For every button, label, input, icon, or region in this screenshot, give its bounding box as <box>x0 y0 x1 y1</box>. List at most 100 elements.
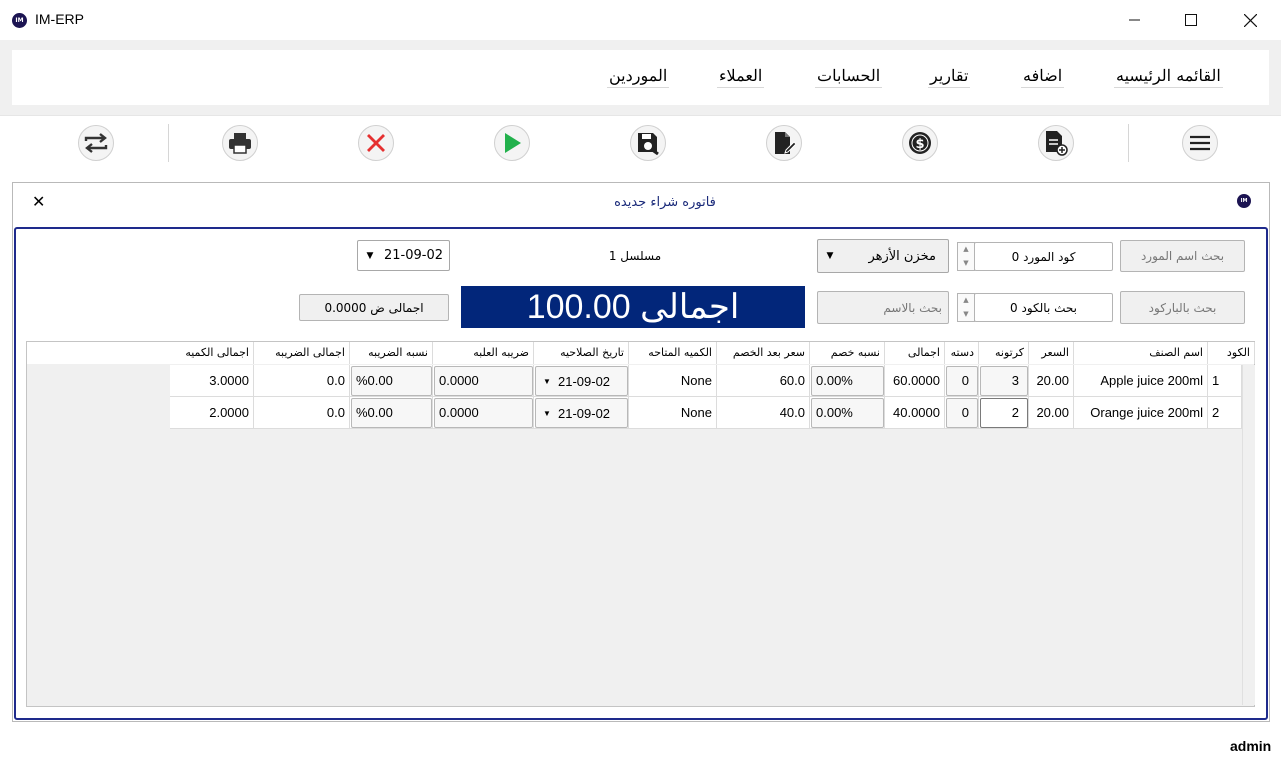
col-header-carton[interactable]: كرتونه <box>979 342 1029 364</box>
col-header-tax-pct[interactable]: نسبه الضريبه <box>350 342 433 364</box>
supplier-code-field[interactable]: كود المورد 0 <box>974 242 1113 271</box>
main-menu-button[interactable] <box>1182 125 1218 161</box>
search-barcode-button[interactable]: بحث بالباركود <box>1120 291 1245 324</box>
svg-text:$: $ <box>915 137 924 152</box>
close-window-button[interactable] <box>1227 6 1273 34</box>
invoice-date-picker[interactable]: ▼ 21-09-02 <box>357 240 450 271</box>
row-spacer <box>27 365 170 397</box>
col-header-expiry[interactable]: تاريخ الصلاحيه <box>534 342 629 364</box>
new-document-button[interactable] <box>1038 125 1074 161</box>
cell-price[interactable]: 20.00 <box>1029 397 1074 429</box>
cell-expiry-picker[interactable]: ▼ 21-09-02 <box>535 398 628 428</box>
row-spacer <box>27 397 170 429</box>
edit-document-icon <box>775 132 796 154</box>
spin-up-icon[interactable]: ▲ <box>958 243 974 257</box>
cell-code[interactable]: 1 <box>1208 365 1242 397</box>
cell-total: 40.0000 <box>885 397 945 429</box>
cell-expiry-picker[interactable]: ▼ 21-09-02 <box>535 366 628 396</box>
col-header-code[interactable]: الكود <box>1208 342 1255 364</box>
invoice-logo-icon: IM <box>1237 194 1251 208</box>
cell-total: 60.0000 <box>885 365 945 397</box>
col-header-tax-total[interactable]: اجمالى الضريبه <box>254 342 350 364</box>
col-header-price[interactable]: السعر <box>1029 342 1074 364</box>
grid-header-filler <box>27 342 170 364</box>
cell-carton-input[interactable]: 2 <box>980 398 1028 428</box>
edit-document-button[interactable] <box>766 125 802 161</box>
cell-box-tax-input[interactable]: 0.0000 <box>434 398 533 428</box>
menu-item-main[interactable]: القائمه الرئيسيه <box>1114 66 1223 88</box>
col-header-available-qty[interactable]: الكميه المتاحه <box>629 342 717 364</box>
supplier-code-spinner[interactable]: ▲ ▼ <box>957 242 975 271</box>
new-document-icon <box>1046 131 1068 156</box>
cell-price-after-discount: 40.0 <box>717 397 810 429</box>
cell-item-name[interactable]: Orange juice 200ml <box>1074 397 1208 429</box>
print-icon <box>229 133 251 154</box>
cell-qty-total: 3.0000 <box>170 365 254 397</box>
warehouse-value: مخزن الأزهر <box>868 248 936 264</box>
cell-tax-total: 0.0 <box>254 365 350 397</box>
grand-total-display: اجمالى 100.00 <box>461 286 805 328</box>
spin-up-icon[interactable]: ▲ <box>958 294 974 308</box>
maximize-icon <box>1185 14 1197 26</box>
col-header-dozen[interactable]: دسته <box>945 342 979 364</box>
cell-code[interactable]: 2 <box>1208 397 1242 429</box>
col-header-discount-pct[interactable]: نسبه خصم <box>810 342 885 364</box>
search-code-spinner[interactable]: ▲ ▼ <box>957 293 975 322</box>
cell-dozen-input[interactable]: 0 <box>946 366 978 396</box>
cell-box-tax-input[interactable]: 0.0000 <box>434 366 533 396</box>
menu-item-add[interactable]: اضافه <box>1021 66 1065 88</box>
search-name-input[interactable]: بحث بالاسم <box>817 291 949 324</box>
cell-discount-input[interactable]: 0.00% <box>811 398 884 428</box>
cell-item-name[interactable]: Apple juice 200ml <box>1074 365 1208 397</box>
save-search-button[interactable] <box>630 125 666 161</box>
hamburger-menu-icon <box>1190 135 1210 151</box>
toolbar-separator <box>168 124 169 162</box>
play-icon <box>505 133 521 153</box>
chevron-down-icon: ▼ <box>826 251 834 261</box>
chevron-down-icon: ▼ <box>543 376 551 386</box>
cell-expiry-value: 21-09-02 <box>558 373 611 389</box>
col-header-qty-total[interactable]: اجمالى الكميه <box>170 342 254 364</box>
title-bar <box>0 0 1281 40</box>
cell-price[interactable]: 20.00 <box>1029 365 1074 397</box>
cancel-button[interactable] <box>358 125 394 161</box>
cell-available-qty: None <box>629 365 717 397</box>
save-search-icon <box>638 133 659 155</box>
minimize-icon <box>1129 19 1140 21</box>
col-header-box-tax[interactable]: ضريبه العلبه <box>433 342 534 364</box>
cell-tax-total: 0.0 <box>254 397 350 429</box>
run-button[interactable] <box>494 125 530 161</box>
chevron-down-icon: ▼ <box>543 408 551 418</box>
cell-carton-input[interactable]: 3 <box>980 366 1028 396</box>
print-button[interactable] <box>222 125 258 161</box>
menu-item-suppliers[interactable]: الموردين <box>607 66 670 88</box>
cell-tax-pct-input[interactable]: %0.00 <box>351 398 432 428</box>
serial-label: مسلسل 1 <box>608 249 662 263</box>
cell-dozen-input[interactable]: 0 <box>946 398 978 428</box>
search-code-field[interactable]: بحث بالكود 0 <box>974 293 1113 322</box>
maximize-button[interactable] <box>1168 6 1214 34</box>
grid-scrollbar[interactable] <box>1242 365 1255 705</box>
col-header-total[interactable]: اجمالى <box>885 342 945 364</box>
menu-item-reports[interactable]: تقارير <box>928 66 971 88</box>
spin-down-icon[interactable]: ▼ <box>958 257 974 271</box>
payment-button[interactable]: $ <box>902 125 938 161</box>
money-icon: $ <box>909 132 931 154</box>
cell-tax-pct-input[interactable]: %0.00 <box>351 366 432 396</box>
minimize-button[interactable] <box>1112 6 1158 34</box>
menu-item-customers[interactable]: العملاء <box>717 66 765 88</box>
search-supplier-name-button[interactable]: بحث اسم المورد <box>1120 240 1245 272</box>
refresh-button[interactable] <box>78 125 114 161</box>
warehouse-select[interactable]: ▼ مخزن الأزهر <box>817 239 949 273</box>
col-header-item-name[interactable]: اسم الصنف <box>1074 342 1208 364</box>
chevron-down-icon: ▼ <box>366 250 374 261</box>
col-header-price-after-discount[interactable]: سعر بعد الخصم <box>717 342 810 364</box>
tax-total-display: اجمالى ض 0.0000 <box>299 294 449 321</box>
menu-item-accounts[interactable]: الحسابات <box>815 66 883 88</box>
cell-discount-input[interactable]: 0.00% <box>811 366 884 396</box>
close-invoice-icon[interactable]: ✕ <box>32 192 45 211</box>
toolbar-separator <box>1128 124 1129 162</box>
spin-down-icon[interactable]: ▼ <box>958 308 974 322</box>
cell-qty-total: 2.0000 <box>170 397 254 429</box>
invoice-title: فاتوره شراء جديده <box>614 195 716 210</box>
